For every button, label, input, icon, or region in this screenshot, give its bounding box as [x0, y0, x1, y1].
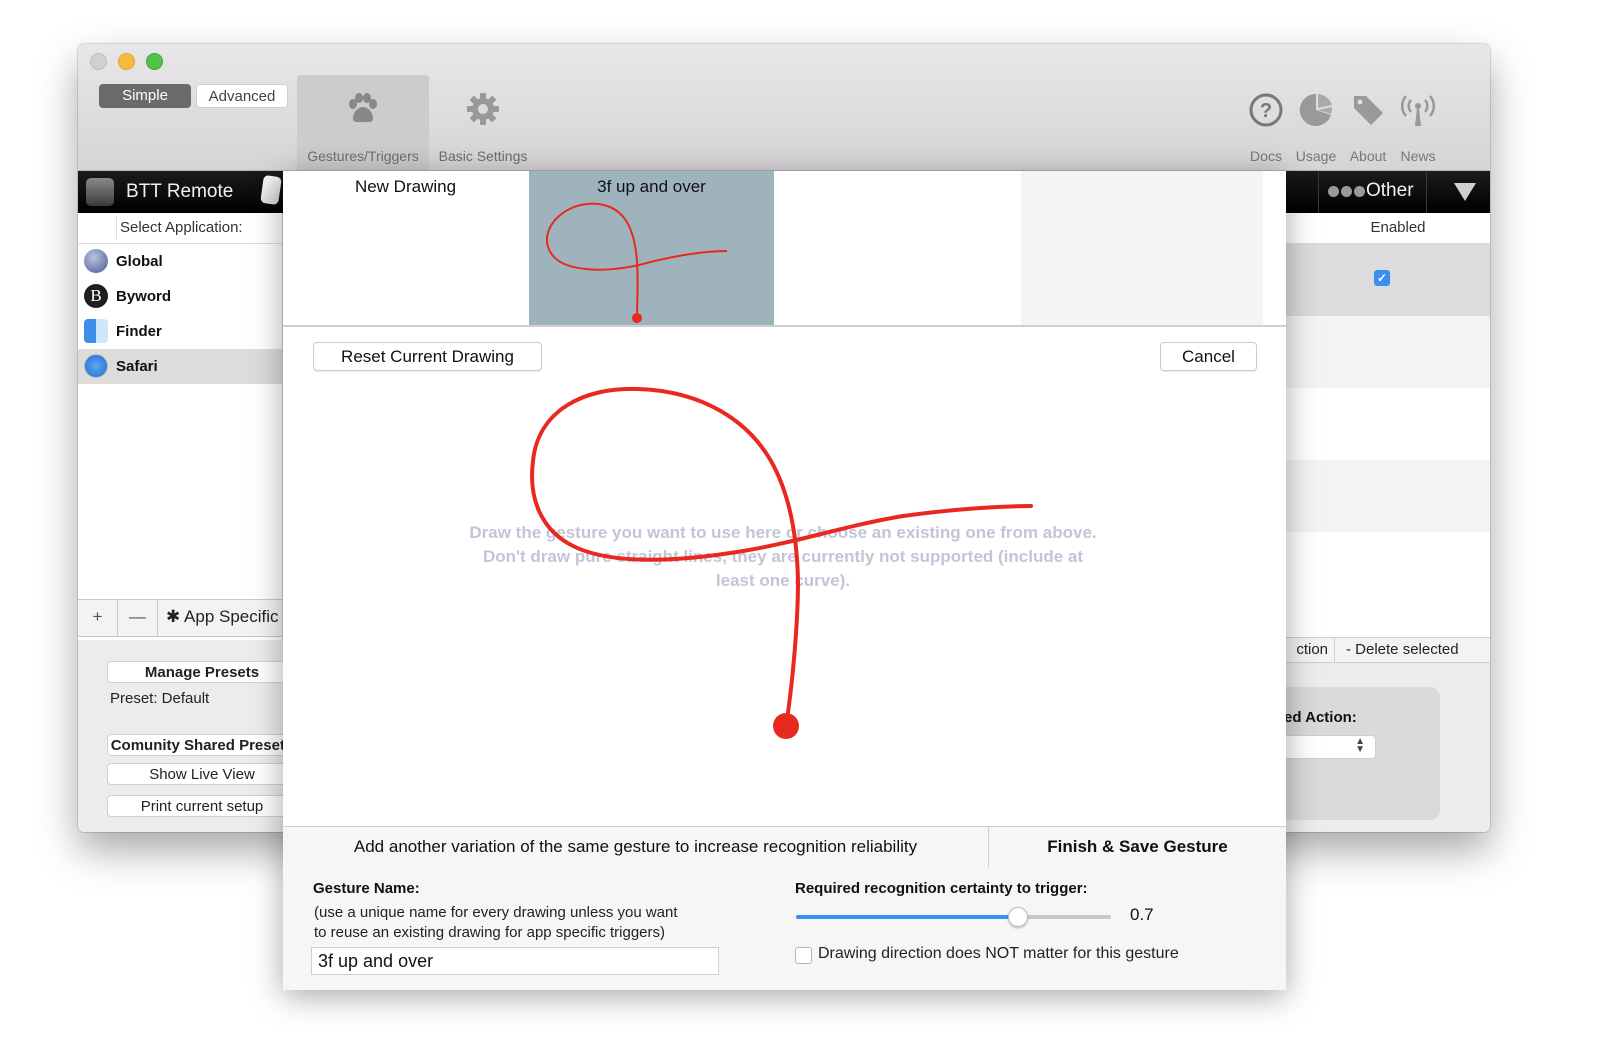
mode-simple-tab[interactable]: Simple	[99, 84, 191, 108]
action-row: Add another variation of the same gestur…	[283, 826, 1286, 868]
gesture-name-label: Gesture Name:	[313, 880, 420, 897]
table-row[interactable]	[1286, 460, 1490, 532]
add-variation-button[interactable]: Add another variation of the same gestur…	[283, 827, 989, 867]
gallery-empty-slot	[1021, 171, 1263, 325]
sidebar-item-global[interactable]: Global	[78, 244, 282, 279]
direction-checkbox[interactable]	[795, 947, 812, 964]
toolbar: Simple Advanced Gestures/Triggers Basic …	[78, 44, 1490, 171]
selected-action-label: ed Action:	[1284, 709, 1357, 726]
direction-checkbox-label: Drawing direction does NOT matter for th…	[818, 945, 1179, 962]
app-label: Finder	[116, 323, 162, 340]
gesture-name-help: (use a unique name for every drawing unl…	[314, 903, 678, 943]
sidebar-item-finder[interactable]: Finder	[78, 314, 282, 349]
table-row[interactable]: ✓	[1286, 244, 1490, 316]
show-live-view-button[interactable]: Show Live View	[107, 763, 297, 785]
app-sidebar: Select Application: Global B Byword Find…	[78, 213, 283, 640]
device-title: BTT Remote	[126, 181, 234, 202]
gear-icon	[467, 93, 499, 125]
question-icon: ?	[1249, 93, 1283, 127]
safari-icon	[84, 354, 108, 378]
svg-text:?: ?	[1260, 100, 1272, 122]
drawing-gallery: New Drawing 3f up and over	[283, 171, 1286, 327]
app-label: Byword	[116, 288, 172, 305]
triggers-table: Enabled ✓	[1286, 213, 1490, 637]
table-row[interactable]	[1286, 388, 1490, 460]
minimize-window-button[interactable]	[118, 53, 135, 70]
tag-icon	[1354, 96, 1383, 125]
category-other[interactable]: Other	[1366, 180, 1414, 202]
sidebar-toolbar: + — ✱ App Specific	[78, 599, 282, 637]
tab-basic-settings-label: Basic Settings	[438, 148, 528, 164]
cancel-button[interactable]: Cancel	[1160, 342, 1257, 371]
column-enabled-header: Enabled	[1286, 213, 1490, 244]
gesture-settings-panel: Gesture Name: (use a unique name for eve…	[283, 867, 1286, 990]
tab-basic-settings[interactable]: Basic Settings	[433, 75, 533, 170]
manage-presets-button[interactable]: Manage Presets	[107, 661, 297, 683]
add-app-button[interactable]: +	[78, 600, 118, 636]
zoom-window-button[interactable]	[146, 53, 163, 70]
drawing-canvas[interactable]: Draw the gesture you want to use here or…	[283, 381, 1286, 826]
gear-icon: ✱	[166, 607, 181, 626]
close-window-button[interactable]	[90, 53, 107, 70]
add-action-button[interactable]: ction	[1286, 638, 1335, 662]
remote-app-icon	[86, 178, 114, 206]
gallery-item-new-drawing[interactable]: New Drawing	[283, 171, 528, 325]
table-row[interactable]	[1286, 316, 1490, 388]
slider-thumb[interactable]	[1007, 907, 1028, 927]
app-label: Global	[116, 253, 163, 270]
category-bar: Other	[1286, 171, 1490, 213]
tab-gestures-label: Gestures/Triggers	[307, 148, 419, 164]
select-application-header: Select Application:	[78, 213, 282, 244]
gesture-drawing-sheet: New Drawing 3f up and over Reset Current…	[283, 171, 1286, 990]
delete-selected-button[interactable]: - Delete selected	[1346, 638, 1459, 662]
mode-advanced-tab[interactable]: Advanced	[196, 84, 288, 108]
device-selector[interactable]: BTT Remote	[78, 171, 284, 213]
pie-chart-icon	[1299, 93, 1333, 126]
gallery-empty-slot	[775, 171, 1020, 325]
certainty-label: Required recognition certainty to trigge…	[795, 880, 1088, 897]
print-setup-button[interactable]: Print current setup	[107, 795, 297, 817]
app-specific-label: App Specific	[184, 607, 279, 626]
sidebar-item-byword[interactable]: B Byword	[78, 279, 282, 314]
help-line: (use a unique name for every drawing unl…	[314, 904, 678, 921]
tab-gestures-triggers[interactable]: Gestures/Triggers	[297, 75, 429, 170]
gesture-name-input[interactable]	[311, 947, 719, 975]
sidebar-item-safari[interactable]: Safari	[78, 349, 282, 384]
certainty-value: 0.7	[1130, 905, 1154, 924]
gallery-item-label: New Drawing	[354, 177, 457, 196]
paw-icon	[349, 93, 377, 123]
slider-fill	[796, 915, 1017, 919]
remove-app-button[interactable]: —	[118, 600, 158, 636]
enabled-checkbox[interactable]: ✓	[1374, 270, 1390, 286]
phone-icon	[260, 174, 282, 206]
app-label: Safari	[116, 358, 158, 375]
news-button[interactable]: News	[1390, 88, 1446, 170]
help-line: to reuse an existing drawing for app spe…	[314, 924, 666, 941]
preset-label: Preset: Default	[110, 690, 210, 707]
community-presets-button[interactable]: Comunity Shared Presets	[107, 734, 297, 756]
gesture-thumbnail	[545, 202, 728, 323]
byword-icon: B	[84, 284, 108, 308]
updown-arrows-icon: ▲ ▼	[1355, 736, 1365, 755]
dropdown-triangle-icon[interactable]	[1454, 183, 1476, 201]
finder-icon	[84, 319, 108, 343]
certainty-slider[interactable]	[796, 907, 1111, 927]
news-label: News	[1400, 148, 1436, 164]
globe-icon	[84, 249, 108, 273]
gallery-item-3f-up-and-over[interactable]: 3f up and over	[529, 171, 774, 325]
table-row[interactable]	[1286, 532, 1490, 604]
antenna-icon	[1401, 95, 1435, 126]
reset-drawing-button[interactable]: Reset Current Drawing	[313, 342, 542, 371]
drawn-gesture	[530, 386, 1033, 739]
table-actions-bar: ction - Delete selected	[1286, 637, 1490, 663]
finish-save-button[interactable]: Finish & Save Gesture	[989, 827, 1286, 867]
